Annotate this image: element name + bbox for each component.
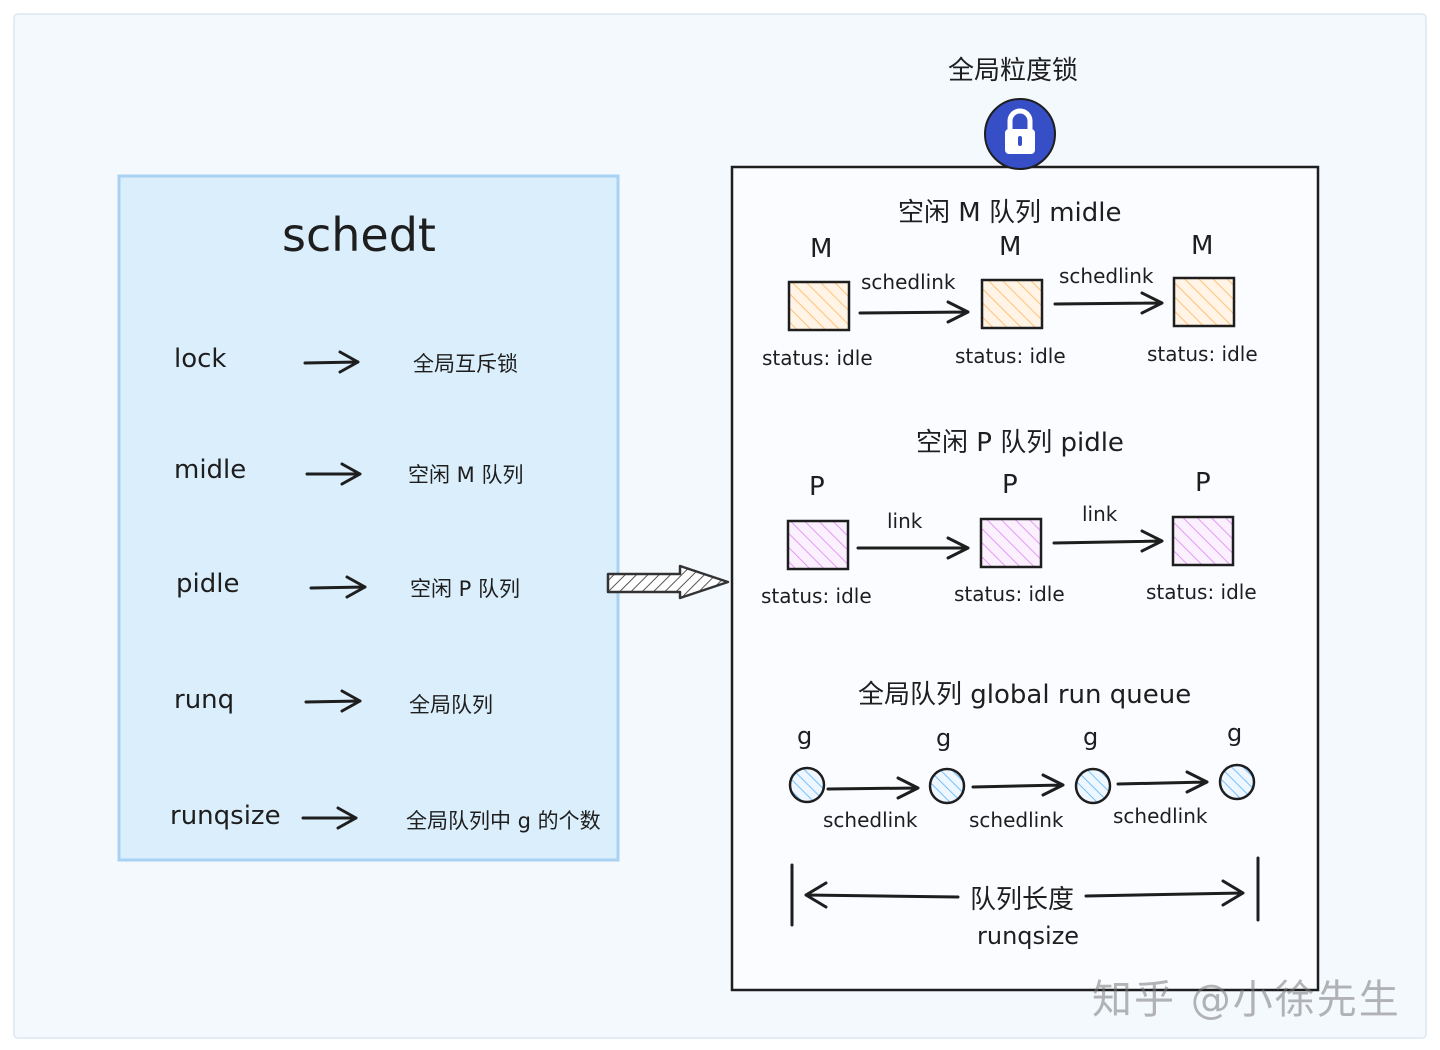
g-link-label: schedlink <box>823 808 918 832</box>
field-runq: runq <box>174 685 235 715</box>
m-link-label: schedlink <box>1059 264 1154 288</box>
field-lock-desc: 全局互斥锁 <box>413 352 518 376</box>
schedt-panel <box>117 174 620 862</box>
g-node-label: g <box>797 722 813 750</box>
field-pidle-desc: 空闲 P 队列 <box>410 577 521 601</box>
p-node-status: status: idle <box>954 582 1065 606</box>
runq-section-title: 全局队列 global run queue <box>858 680 1192 710</box>
p-link-label: link <box>887 509 923 533</box>
diagram-canvas: schedt lock 全局互斥锁 midle 空闲 M 队列 pidle 空闲… <box>0 0 1440 1050</box>
p-node <box>979 517 1043 569</box>
m-node <box>980 278 1044 330</box>
field-lock: lock <box>174 344 227 374</box>
p-node-status: status: idle <box>1146 580 1257 604</box>
p-node <box>786 519 850 571</box>
midle-section-title: 空闲 M 队列 midle <box>898 198 1122 228</box>
g-node-label: g <box>1083 723 1099 751</box>
runqsize-label: runqsize <box>977 922 1080 950</box>
schedt-title: schedt <box>282 208 436 262</box>
g-link-label: schedlink <box>1113 804 1208 828</box>
watermark: 知乎 @小徐先生 <box>1092 977 1401 1023</box>
pidle-section-title: 空闲 P 队列 pidle <box>916 428 1124 458</box>
diagram-drawing <box>13 13 1427 1039</box>
m-node <box>787 280 851 332</box>
m-node-label: M <box>999 232 1022 262</box>
field-runqsize-desc: 全局队列中 g 的个数 <box>406 809 601 833</box>
queue-length-label: 队列长度 <box>964 879 1081 916</box>
g-node <box>928 767 966 805</box>
m-node-label: M <box>1191 231 1214 261</box>
m-node-status: status: idle <box>762 346 873 370</box>
global-lock-title: 全局粒度锁 <box>948 56 1079 86</box>
field-runqsize: runqsize <box>170 801 281 831</box>
padlock-icon <box>984 98 1056 170</box>
p-node-label: P <box>1195 468 1211 498</box>
field-midle: midle <box>174 455 247 485</box>
m-node-status: status: idle <box>1147 342 1258 366</box>
m-node-status: status: idle <box>955 344 1066 368</box>
g-node <box>1074 767 1112 805</box>
g-node-label: g <box>1227 719 1243 747</box>
g-node <box>1218 763 1256 801</box>
g-node <box>788 766 826 804</box>
p-node-label: P <box>809 472 825 502</box>
p-node-label: P <box>1002 470 1018 500</box>
m-link-label: schedlink <box>861 270 956 294</box>
p-node-status: status: idle <box>761 584 872 608</box>
m-node-label: M <box>810 234 833 264</box>
m-node <box>1172 276 1236 328</box>
g-node-label: g <box>936 724 952 752</box>
field-pidle: pidle <box>176 569 240 599</box>
g-link-label: schedlink <box>969 808 1064 832</box>
p-node <box>1171 515 1235 567</box>
field-midle-desc: 空闲 M 队列 <box>408 463 524 487</box>
p-link-label: link <box>1082 502 1118 526</box>
field-runq-desc: 全局队列 <box>409 693 493 717</box>
